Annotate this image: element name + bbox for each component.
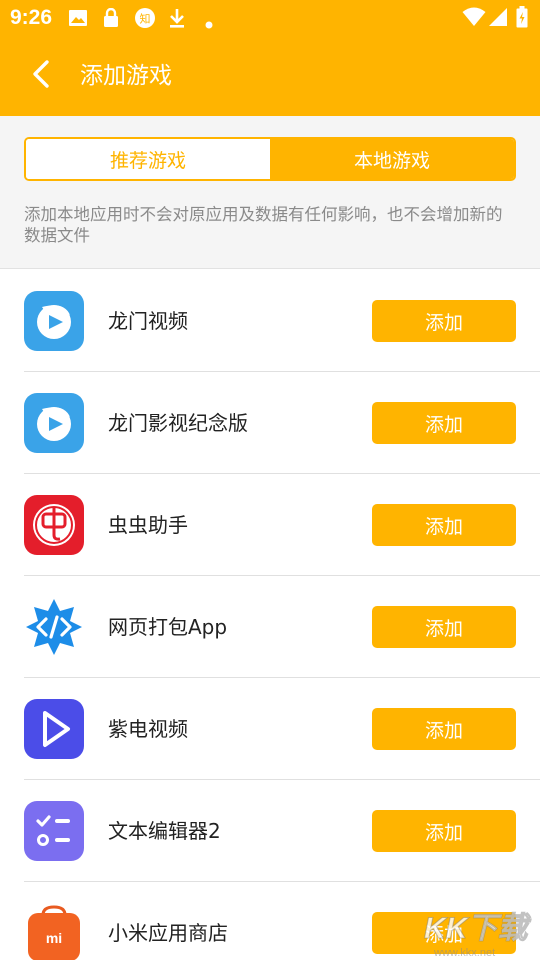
svg-text:mi: mi <box>46 930 62 946</box>
signal-icon <box>488 7 508 31</box>
longmen-video-icon <box>24 291 84 351</box>
add-button[interactable]: 添加 <box>372 504 516 546</box>
dot-icon <box>205 14 213 33</box>
watermark-logo: KK下载 www.kkx.net <box>420 902 540 960</box>
app-name: 小米应用商店 <box>108 921 228 945</box>
list-item: 龙门影视纪念版 添加 <box>0 372 540 474</box>
wifi-icon <box>462 7 486 31</box>
longmen-memorial-icon <box>24 393 84 453</box>
image-icon <box>68 8 88 32</box>
add-button[interactable]: 添加 <box>372 402 516 444</box>
list-item: 网页打包App 添加 <box>0 576 540 678</box>
tab-recommended-games[interactable]: 推荐游戏 <box>26 139 270 179</box>
status-time: 9:26 <box>10 6 53 29</box>
add-button[interactable]: 添加 <box>372 708 516 750</box>
zidian-video-icon <box>24 699 84 759</box>
list-item: 虫虫助手 添加 <box>0 474 540 576</box>
add-button[interactable]: 添加 <box>372 300 516 342</box>
subheader: 推荐游戏 本地游戏 添加本地应用时不会对原应用及数据有任何影响，也不会增加新的数… <box>0 116 540 269</box>
app-bar: 添加游戏 <box>0 36 540 116</box>
back-arrow-icon <box>31 59 51 93</box>
list-item: 文本编辑器2 添加 <box>0 780 540 882</box>
mi-store-icon: mi <box>24 903 84 960</box>
svg-text:www.kkx.net: www.kkx.net <box>433 947 495 959</box>
app-name: 虫虫助手 <box>108 513 188 537</box>
zhihu-icon: 知 <box>134 7 156 33</box>
add-button[interactable]: 添加 <box>372 810 516 852</box>
app-name: 网页打包App <box>108 615 228 639</box>
page-title: 添加游戏 <box>80 63 172 89</box>
app-name: 文本编辑器2 <box>108 819 221 843</box>
chongchong-icon <box>24 495 84 555</box>
add-button[interactable]: 添加 <box>372 606 516 648</box>
tab-local-games[interactable]: 本地游戏 <box>270 139 514 179</box>
text-editor-icon <box>24 801 84 861</box>
app-name: 紫电视频 <box>108 717 188 741</box>
svg-text:KK下载: KK下载 <box>424 912 531 945</box>
battery-icon <box>516 6 528 32</box>
list-item: 紫电视频 添加 <box>0 678 540 780</box>
back-button[interactable] <box>24 58 58 94</box>
download-icon <box>168 8 186 32</box>
app-list: 龙门视频 添加 龙门影视纪念版 添加 虫虫助手 添加 网页打包App 添加 紫电… <box>0 270 540 960</box>
web-pack-icon <box>24 597 84 657</box>
info-note: 添加本地应用时不会对原应用及数据有任何影响，也不会增加新的数据文件 <box>24 205 503 245</box>
list-item: 龙门视频 添加 <box>0 270 540 372</box>
status-bar: 9:26 知 <box>0 0 540 36</box>
tab-bar: 推荐游戏 本地游戏 <box>24 137 516 181</box>
lock-icon <box>102 7 120 32</box>
app-name: 龙门视频 <box>108 309 188 333</box>
app-name: 龙门影视纪念版 <box>108 411 248 435</box>
svg-text:知: 知 <box>140 12 151 26</box>
